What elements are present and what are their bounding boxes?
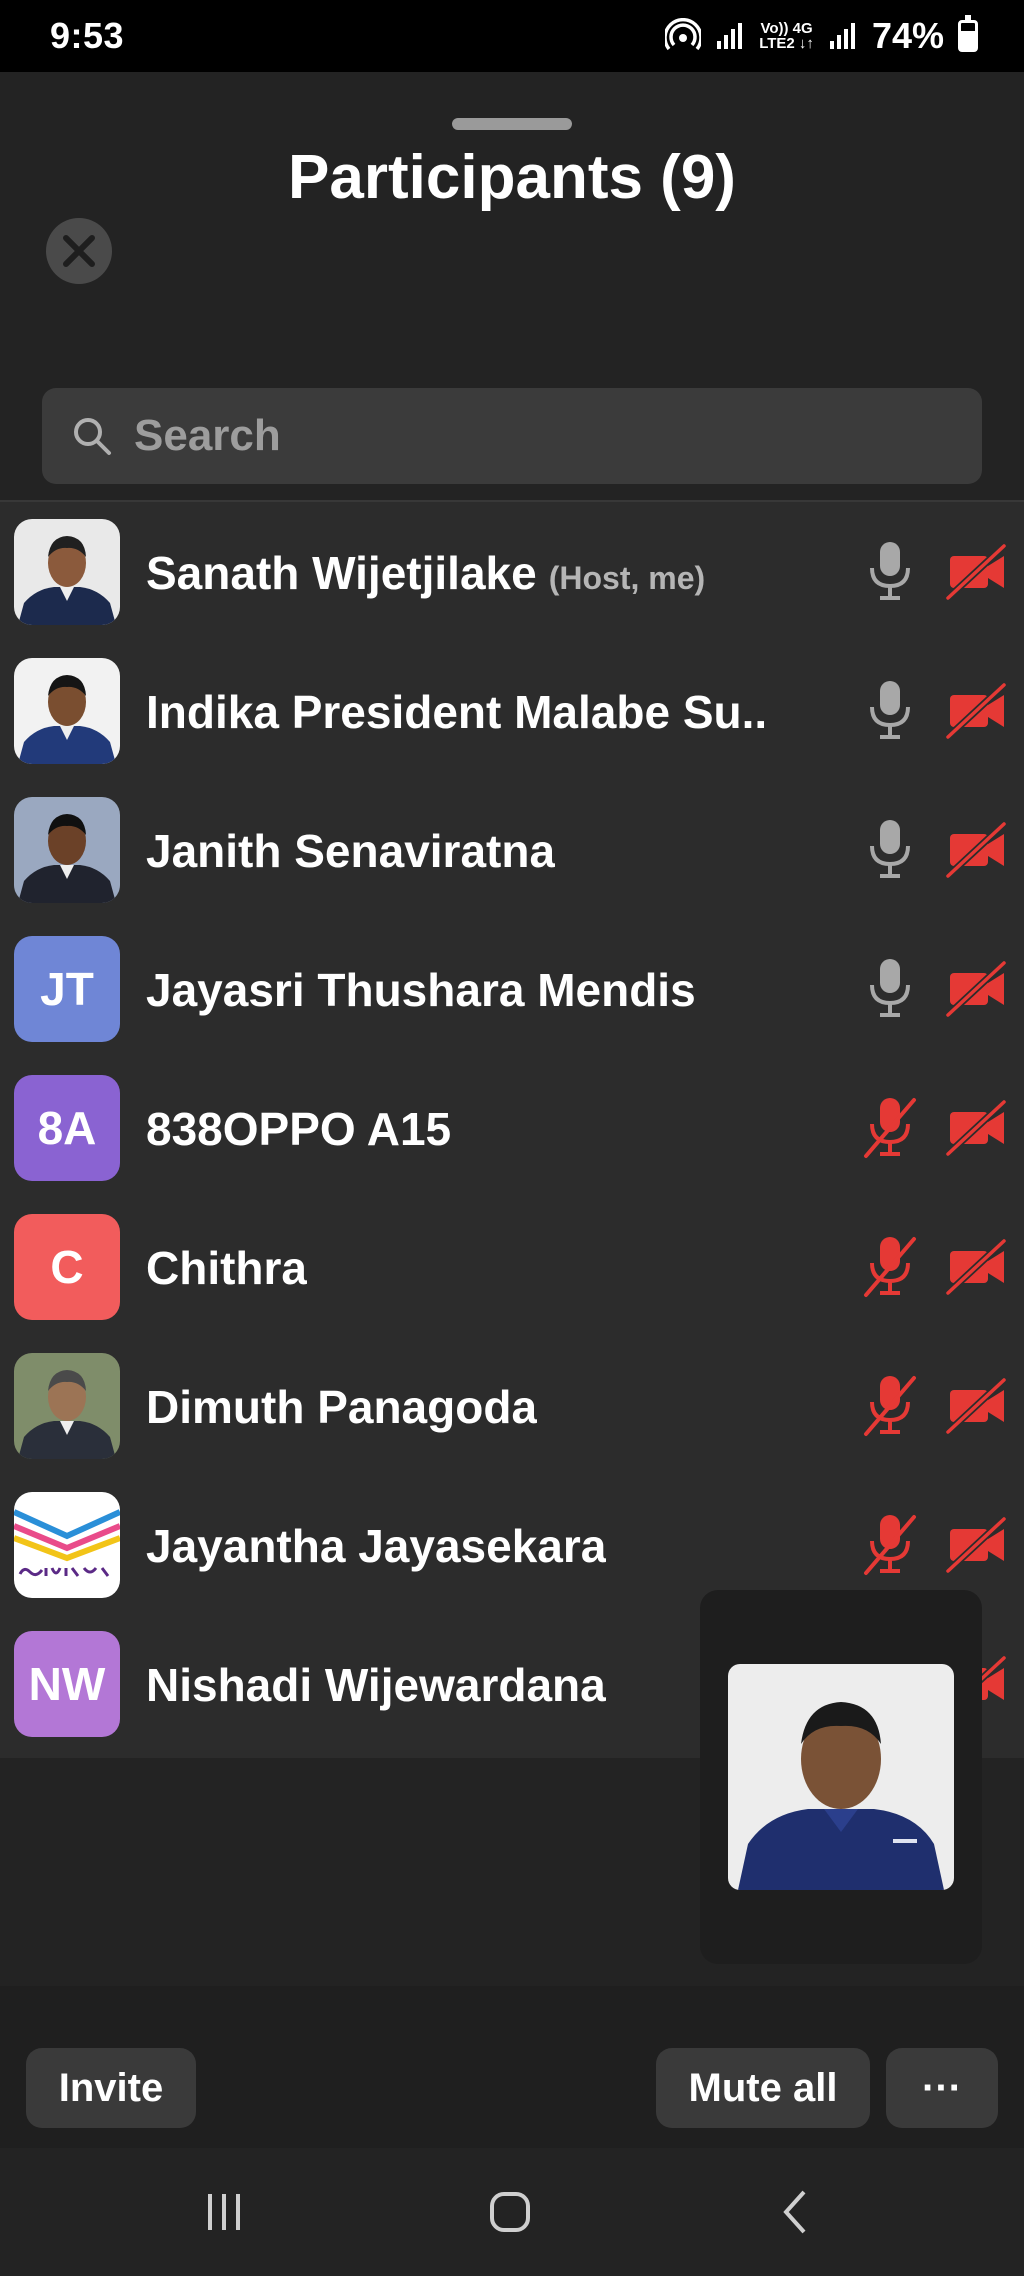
participant-name-text: Sanath Wijetjilake	[146, 547, 537, 599]
participant-name: Indika President Malabe Su...	[146, 685, 766, 739]
participant-row[interactable]: Janith Senaviratna	[0, 780, 1024, 919]
video-off-icon[interactable]	[945, 1516, 1008, 1574]
search-icon	[74, 418, 111, 455]
avatar: C	[14, 1214, 120, 1320]
mute-all-button[interactable]: Mute all	[656, 2048, 870, 2128]
close-icon	[63, 235, 95, 267]
close-button[interactable]	[46, 218, 112, 284]
microphone-muted-icon[interactable]	[862, 1511, 918, 1577]
participant-name-text: Jayasri Thushara Mendis	[146, 964, 696, 1016]
microphone-muted-icon[interactable]	[862, 1233, 918, 1299]
recent-apps-icon	[208, 2194, 240, 2230]
microphone-icon[interactable]	[862, 677, 918, 743]
avatar: JT	[14, 936, 120, 1042]
status-bar: 9:53 Vo)) 4G LTE2 ↓↑ 74%	[0, 0, 1024, 72]
more-options-button[interactable]: ···	[886, 2048, 998, 2128]
participant-name-text: Janith Senaviratna	[146, 825, 556, 877]
participant-name-text: Nishadi Wijewardana	[146, 1659, 606, 1711]
status-icons: Vo)) 4G LTE2 ↓↑ 74%	[665, 15, 978, 57]
invite-button[interactable]: Invite	[26, 2048, 196, 2128]
participant-list: Sanath Wijetjilake (Host, me) Indika Pres…	[0, 500, 1024, 1758]
avatar	[14, 519, 120, 625]
battery-percent: 74%	[871, 15, 944, 56]
battery-icon	[958, 15, 978, 52]
status-time: 9:53	[50, 15, 125, 56]
recent-apps-button[interactable]	[184, 2176, 264, 2248]
participant-row[interactable]: JT Jayasri Thushara Mendis	[0, 919, 1024, 1058]
participant-name-text: Chithra	[146, 1242, 307, 1294]
back-button[interactable]	[756, 2176, 836, 2248]
video-off-icon[interactable]	[945, 821, 1008, 879]
floating-video-window[interactable]	[700, 1590, 982, 1964]
participant-name: Chithra	[146, 1241, 307, 1295]
participant-name-text: 838OPPO A15	[146, 1103, 452, 1155]
video-thumbnail[interactable]	[728, 1664, 954, 1890]
signal-icon-sim2	[829, 23, 855, 49]
participant-row[interactable]: Dimuth Panagoda	[0, 1336, 1024, 1475]
participant-row[interactable]: Sanath Wijetjilake (Host, me)	[0, 502, 1024, 641]
signal-icon-sim1	[717, 23, 743, 49]
microphone-muted-icon[interactable]	[862, 1094, 918, 1160]
home-icon	[490, 2192, 530, 2232]
video-off-icon[interactable]	[945, 682, 1008, 740]
hotspot-icon	[665, 18, 702, 51]
participant-name: Jayasri Thushara Mendis	[146, 963, 696, 1017]
bottom-toolbar: Invite Mute all ···	[0, 1986, 1024, 2148]
avatar	[14, 1492, 120, 1598]
search-box[interactable]	[42, 388, 982, 484]
participant-name-text: Indika President Malabe Su...	[146, 686, 766, 738]
network-type: Vo)) 4G LTE2 ↓↑	[759, 20, 814, 52]
participant-name: Jayantha Jayasekara	[146, 1519, 606, 1573]
drag-handle[interactable]	[452, 118, 572, 130]
avatar	[14, 658, 120, 764]
microphone-muted-icon[interactable]	[862, 1372, 918, 1438]
participant-name: Nishadi Wijewardana	[146, 1658, 606, 1712]
sheet-header: Participants (9)	[0, 72, 1024, 502]
microphone-icon[interactable]	[862, 816, 918, 882]
search-input[interactable]	[134, 411, 934, 461]
avatar	[14, 797, 120, 903]
more-options-icon: ···	[922, 2065, 962, 2110]
participant-name: Sanath Wijetjilake (Host, me)	[146, 546, 705, 600]
system-navigation-bar	[0, 2148, 1024, 2276]
participant-role-tag: (Host, me)	[548, 560, 706, 596]
video-off-icon[interactable]	[945, 1377, 1008, 1435]
microphone-icon[interactable]	[862, 538, 918, 604]
avatar: NW	[14, 1631, 120, 1737]
microphone-icon[interactable]	[862, 955, 918, 1021]
participant-row[interactable]: 8A 838OPPO A15	[0, 1058, 1024, 1197]
avatar	[14, 1353, 120, 1459]
video-off-icon[interactable]	[945, 960, 1008, 1018]
video-off-icon[interactable]	[945, 543, 1008, 601]
avatar: 8A	[14, 1075, 120, 1181]
participant-row[interactable]: C Chithra	[0, 1197, 1024, 1336]
participant-name: Janith Senaviratna	[146, 824, 555, 878]
participant-name-text: Jayantha Jayasekara	[146, 1520, 607, 1572]
participant-name: Dimuth Panagoda	[146, 1380, 537, 1434]
participant-row[interactable]: Indika President Malabe Su...	[0, 641, 1024, 780]
video-off-icon[interactable]	[945, 1099, 1008, 1157]
page-title: Participants (9)	[288, 143, 736, 212]
participant-name: 838OPPO A15	[146, 1102, 451, 1156]
home-button[interactable]	[470, 2176, 550, 2248]
video-off-icon[interactable]	[945, 1238, 1008, 1296]
back-icon	[783, 2190, 806, 2234]
participant-name-text: Dimuth Panagoda	[146, 1381, 538, 1433]
participants-screen: 9:53 Vo)) 4G LTE2 ↓↑ 74% Participants (9…	[0, 0, 1024, 2276]
